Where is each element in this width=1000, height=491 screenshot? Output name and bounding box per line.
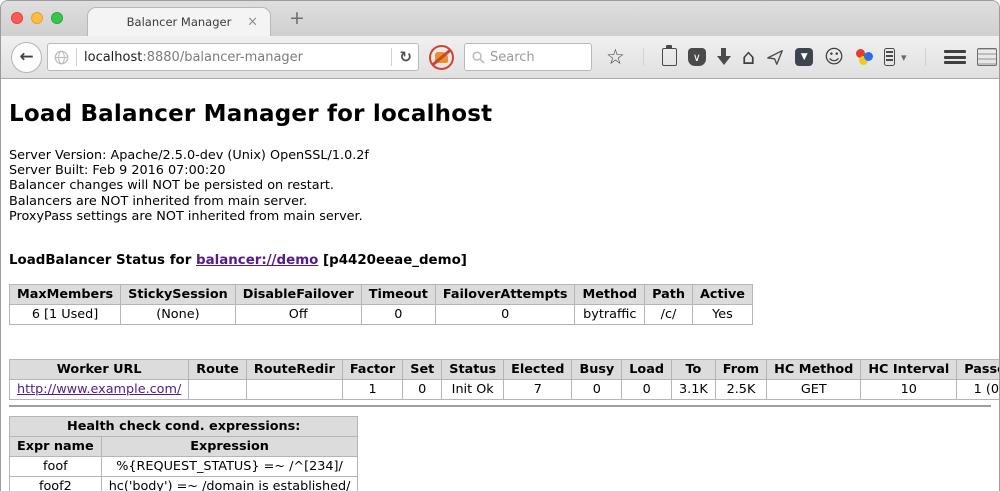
new-tab-button[interactable]: +	[289, 9, 305, 28]
url-path-text: :8880/balancer-manager	[142, 50, 303, 65]
send-page-icon[interactable]	[766, 48, 784, 66]
video-download-helper-icon[interactable]: ▼	[795, 48, 813, 66]
table-row: http://www.example.com/ 1 0 Init Ok 7 0 …	[10, 380, 1000, 400]
chat-smiley-icon[interactable]: ☺	[824, 48, 844, 67]
content-blocker-icon[interactable]	[429, 45, 454, 70]
color-picker-icon[interactable]	[855, 48, 873, 66]
search-icon	[472, 51, 485, 64]
persist-notice-line: Balancer changes will NOT be persisted o…	[9, 178, 991, 193]
back-arrow-icon: ←	[19, 47, 33, 67]
inherit-notice-line: Balancers are NOT inherited from main se…	[9, 194, 991, 209]
battery-addon-icon[interactable]	[884, 48, 895, 66]
chevron-down-icon[interactable]: ▾	[901, 51, 907, 64]
page-content: Load Balancer Manager for localhost Serv…	[1, 79, 999, 491]
url-separator	[391, 48, 392, 66]
pocket-icon[interactable]: ∨	[688, 48, 706, 66]
bookmark-star-icon[interactable]: ☆	[606, 47, 625, 68]
clipboard-icon[interactable]	[662, 48, 677, 66]
zoom-window-button[interactable]	[51, 12, 63, 24]
table-title-row: Health check cond. expressions:	[10, 417, 358, 437]
tab-title: Balancer Manager	[127, 15, 232, 29]
server-info: Server Version: Apache/2.5.0-dev (Unix) …	[9, 148, 991, 224]
tab-close-icon[interactable]: ×	[247, 16, 258, 29]
navigation-toolbar: ← localhost:8880/balancer-manager ↻ ☆	[1, 36, 999, 79]
server-built-line: Server Built: Feb 9 2016 07:00:20	[9, 163, 991, 178]
table-row: foof2 hc('body') =~ /domain is establish…	[10, 477, 358, 491]
search-bar[interactable]	[464, 43, 592, 71]
worker-url-link[interactable]: http://www.example.com/	[17, 382, 181, 397]
menu-hamburger-icon[interactable]	[944, 50, 966, 64]
proxypass-notice-line: ProxyPass settings are NOT inherited fro…	[9, 209, 991, 224]
section-divider	[9, 405, 991, 407]
url-separator	[76, 48, 77, 66]
loadbalancer-status-heading: LoadBalancer Status for balancer://demo …	[9, 253, 991, 268]
titlebar: Balancer Manager × +	[1, 1, 999, 36]
table-header-row: MaxMembers StickySession DisableFailover…	[10, 285, 753, 305]
page-tiles-icon[interactable]	[977, 48, 997, 66]
url-bar[interactable]: localhost:8880/balancer-manager ↻	[47, 43, 419, 71]
page-title: Load Balancer Manager for localhost	[9, 79, 991, 127]
traffic-lights	[11, 12, 63, 24]
toolbar-icons: ☆ ∨ ⌂ ▼ ☺ ▾	[606, 47, 997, 68]
downloads-icon[interactable]	[717, 48, 731, 66]
reload-icon[interactable]: ↻	[399, 48, 412, 66]
minimize-window-button[interactable]	[31, 12, 43, 24]
search-input[interactable]	[490, 50, 580, 65]
toolbar-separator	[925, 48, 926, 66]
table-row: foof %{REQUEST_STATUS} =~ /^[234]/	[10, 457, 358, 477]
home-icon[interactable]: ⌂	[742, 47, 755, 68]
worker-status-table: Worker URL Route RouteRedir Factor Set S…	[9, 359, 1000, 400]
health-check-table: Health check cond. expressions: Expr nam…	[9, 416, 358, 491]
tab-balancer-manager[interactable]: Balancer Manager ×	[87, 7, 271, 36]
url-host-text: localhost	[84, 50, 142, 65]
back-button[interactable]: ←	[11, 42, 42, 73]
globe-icon	[54, 50, 69, 65]
toolbar-separator	[643, 48, 644, 66]
table-row: 6 [1 Used] (None) Off 0 0 bytraffic /c/ …	[10, 305, 753, 325]
table-header-row: Expr name Expression	[10, 437, 358, 457]
balancer-demo-link[interactable]: balancer://demo	[196, 253, 318, 268]
browser-window: Balancer Manager × + ← localhost:8880/ba…	[0, 0, 1000, 491]
table-header-row: Worker URL Route RouteRedir Factor Set S…	[10, 360, 1000, 380]
balancer-settings-table: MaxMembers StickySession DisableFailover…	[9, 284, 753, 325]
close-window-button[interactable]	[11, 12, 23, 24]
server-version-line: Server Version: Apache/2.5.0-dev (Unix) …	[9, 148, 991, 163]
